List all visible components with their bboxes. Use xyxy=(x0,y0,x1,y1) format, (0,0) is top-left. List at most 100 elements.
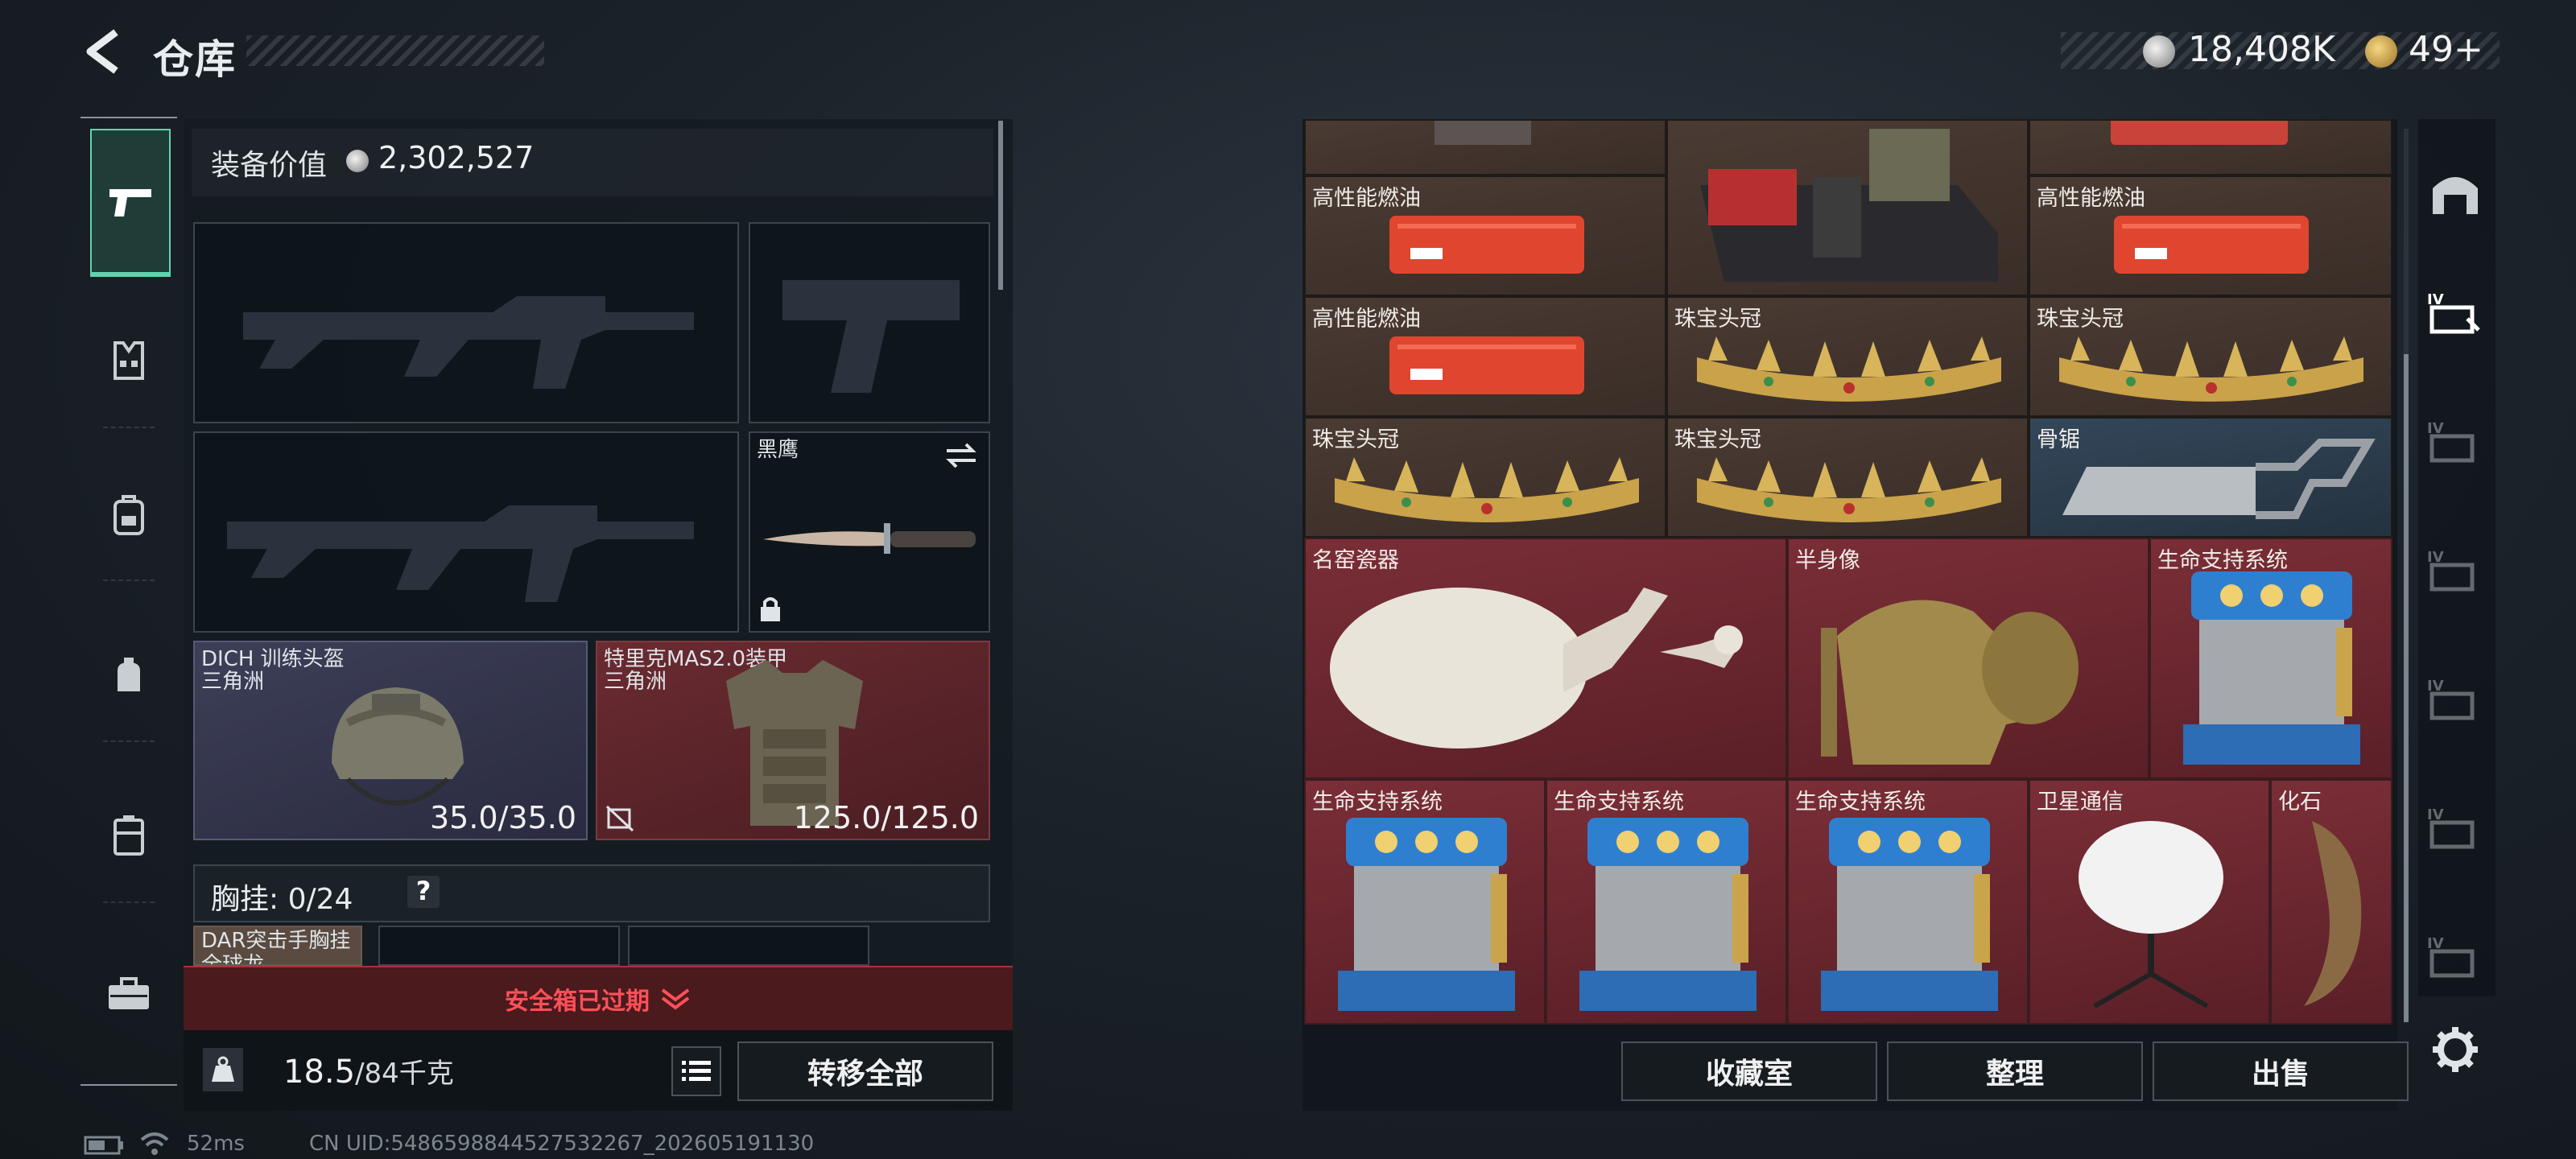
sidearm-slot[interactable] xyxy=(749,222,990,423)
weight-current: 18.5 xyxy=(283,1054,356,1091)
battery-icon xyxy=(84,1136,123,1155)
primary-weapon-slot[interactable] xyxy=(193,222,739,423)
storage-item[interactable]: 珠宝头冠 xyxy=(2029,296,2392,417)
list-view-button[interactable] xyxy=(671,1046,721,1096)
help-icon[interactable]: ? xyxy=(407,876,440,908)
sort-button[interactable]: 整理 xyxy=(1887,1041,2143,1101)
armor-durability: 125.0/125.0 xyxy=(793,800,979,835)
transfer-all-button[interactable]: 转移全部 xyxy=(737,1041,993,1101)
tab-case[interactable] xyxy=(90,797,167,874)
gear-icon xyxy=(2433,1027,2478,1072)
storage-item[interactable]: 高性能燃油 xyxy=(1304,296,1666,417)
jewel-crown-icon xyxy=(1335,457,1639,522)
silver-coin-icon xyxy=(2143,35,2175,68)
jewel-crown-icon xyxy=(2059,336,2363,402)
tab-toolbox[interactable] xyxy=(90,955,167,1032)
fuel-case-icon xyxy=(2114,216,2309,274)
tab-pouch[interactable] xyxy=(90,637,167,715)
helmet-sub: 三角洲 xyxy=(201,670,265,694)
tab-storage-home[interactable] xyxy=(2423,161,2487,225)
armor-slot[interactable]: 特里克MAS2.0装甲 三角洲 125.0/125.0 xyxy=(596,641,990,840)
storage-item[interactable]: 生命支持系统 xyxy=(1546,779,1787,1025)
chest-rig-item[interactable]: DAR突击手胸挂 全球龙 xyxy=(193,926,362,966)
settings-button[interactable] xyxy=(2423,1017,2487,1082)
item-fragment xyxy=(2111,121,2288,145)
case-icon xyxy=(114,815,144,856)
storage-grid: 高性能燃油 高性能燃油 高性能燃油 珠宝头冠 珠宝头冠 珠宝头冠 珠宝头冠 骨锯… xyxy=(1304,119,2392,1025)
bone-saw-icon xyxy=(2062,439,2376,519)
fossil-claw-icon xyxy=(2304,821,2362,1006)
value-amount: 2,302,527 xyxy=(378,140,535,175)
life-support-icon xyxy=(2183,571,2360,765)
storage-item[interactable]: 珠宝头冠 xyxy=(1304,417,1666,538)
list-icon xyxy=(682,1061,711,1081)
fuel-case-icon xyxy=(1389,336,1584,394)
page-title: 仓库 xyxy=(153,36,237,83)
storage-cell-partial[interactable] xyxy=(2029,119,2392,175)
sell-button[interactable]: 出售 xyxy=(2153,1041,2409,1101)
storage-item[interactable]: 高性能燃油 xyxy=(2029,175,2392,296)
melee-slot[interactable]: 黑鹰 xyxy=(749,431,990,633)
storage-tier-iv-icon: IV xyxy=(2427,678,2475,720)
storage-item[interactable]: 高性能燃油 xyxy=(1304,175,1666,296)
ammo-crate-icon xyxy=(1700,129,1998,282)
storage-item[interactable]: 珠宝头冠 xyxy=(1666,296,2029,417)
pistol-silhouette-icon xyxy=(782,280,960,393)
collection-room-button[interactable]: 收藏室 xyxy=(1621,1041,1877,1101)
rifle-silhouette-icon xyxy=(227,505,694,602)
secondary-weapon-slot[interactable] xyxy=(193,431,739,633)
tab-storage-iv-2[interactable]: IV xyxy=(2423,410,2487,475)
currency-premium[interactable]: 49+ xyxy=(2409,29,2483,70)
pouch-icon xyxy=(118,658,140,691)
backpack-icon xyxy=(114,495,144,535)
chest-rig-header[interactable]: 胸挂: 0/24 ? xyxy=(193,864,990,922)
no-repair-icon xyxy=(605,805,634,832)
wifi-icon xyxy=(140,1132,169,1155)
value-label: 装备价值 xyxy=(211,149,328,182)
tab-storage-iv-6[interactable]: IV xyxy=(2423,926,2487,990)
weight-max: /84千克 xyxy=(355,1058,454,1090)
armor-sub: 三角洲 xyxy=(604,670,667,694)
tab-vest[interactable] xyxy=(90,322,167,399)
storage-tier-iv-icon: IV xyxy=(2427,420,2475,463)
chest-rig-pocket[interactable] xyxy=(628,926,869,966)
tab-storage-iv-1[interactable]: IV xyxy=(2423,282,2487,346)
helmet-slot[interactable]: DICH 训练头盔 三角洲 35.0/35.0 xyxy=(193,641,588,840)
tab-storage-iv-4[interactable]: IV xyxy=(2423,668,2487,732)
chevron-down-icon xyxy=(661,988,690,1010)
tab-storage-iv-5[interactable]: IV xyxy=(2423,797,2487,861)
storage-item[interactable]: 生命支持系统 xyxy=(1304,779,1546,1025)
item-label: 卫星通信 xyxy=(2037,790,2124,815)
storage-scrollbar-thumb[interactable] xyxy=(2404,354,2409,1022)
gold-triangle-coin-icon xyxy=(2365,35,2397,68)
title-stripe xyxy=(246,35,544,66)
uid-text: CN UID:5486598844527532267_202605191130 xyxy=(309,1132,815,1156)
storage-item[interactable]: 生命支持系统 xyxy=(1787,779,2029,1025)
storage-item[interactable]: 骨锯 xyxy=(2029,417,2392,538)
storage-item[interactable]: 珠宝头冠 xyxy=(1666,417,2029,538)
storage-tier-iv-icon: IV xyxy=(2427,291,2480,334)
safe-box-banner[interactable]: 安全箱已过期 xyxy=(184,966,1013,1030)
storage-item[interactable]: 半身像 xyxy=(1787,538,2149,779)
porcelain-vase-icon xyxy=(1330,588,1743,749)
ping-text: 52ms xyxy=(187,1132,245,1156)
storage-item[interactable]: 名窑瓷器 xyxy=(1304,538,1787,779)
storage-item[interactable]: 化石 xyxy=(2270,779,2392,1025)
tab-storage-iv-3[interactable]: IV xyxy=(2423,539,2487,604)
swap-icon[interactable] xyxy=(943,441,979,470)
chest-rig-item-name: DAR突击手胸挂 xyxy=(201,929,351,953)
storage-item[interactable]: 卫星通信 xyxy=(2029,779,2270,1025)
tab-weapons[interactable] xyxy=(90,129,171,277)
chest-rig-item-sub: 全球龙 xyxy=(201,953,265,966)
storage-item-ammo-crate[interactable] xyxy=(1666,119,2029,296)
storage-cell-partial[interactable] xyxy=(1304,119,1666,175)
vest-icon xyxy=(114,341,144,380)
left-scrollbar[interactable] xyxy=(998,121,1003,290)
back-arrow-icon[interactable] xyxy=(80,27,126,76)
life-support-icon xyxy=(1338,818,1515,1011)
storage-item[interactable]: 生命支持系统 xyxy=(2149,538,2392,779)
chest-rig-pocket[interactable] xyxy=(378,926,620,966)
currency-main: 18,408K xyxy=(2188,29,2335,70)
tab-backpack[interactable] xyxy=(90,476,167,554)
jewel-crown-icon xyxy=(1697,336,2001,402)
